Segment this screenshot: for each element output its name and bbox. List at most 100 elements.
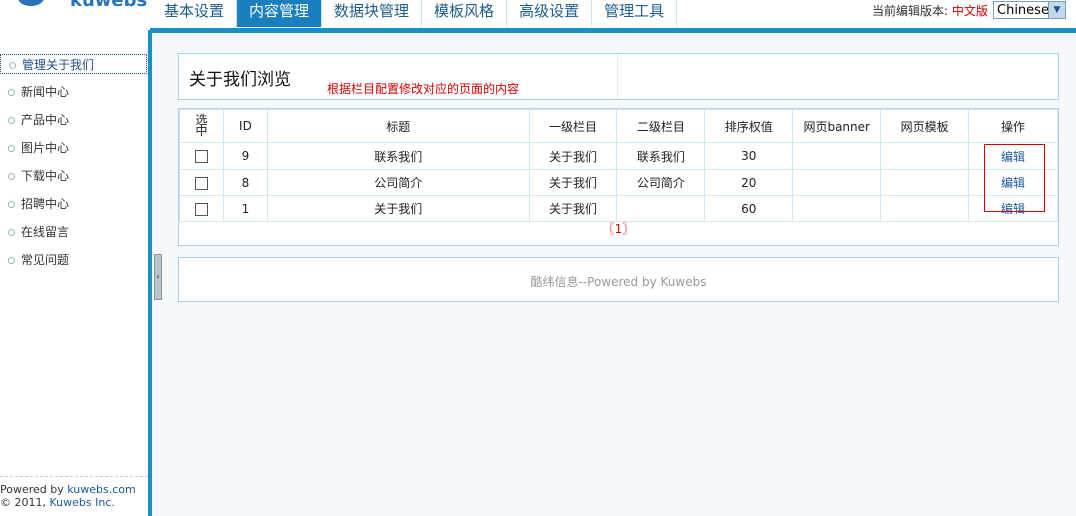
top-bar: kuwebs 基本设置 内容管理 数据块管理 模板风格 高级设置 管理工具 当前… [0,0,1076,30]
header-accent-bar [150,28,1076,33]
sidebar-item-label: 下载中心 [21,169,70,183]
cell-title: 公司简介 [266,169,530,196]
header-divider [617,54,618,99]
sidebar-accent-bar [148,30,152,516]
cell-level1: 关于我们 [528,169,618,196]
sidebar-menu: 管理关于我们 新闻中心 产品中心 图片中心 下载中心 招聘中心 在线留言 常见问… [0,54,148,278]
cell-id: 8 [222,169,268,196]
sidebar-footer: Powered by kuwebs.com © 2011, Kuwebs Inc… [0,476,148,509]
sidebar-item-label: 管理关于我们 [22,58,95,72]
sidebar-item-label: 图片中心 [21,141,70,155]
edit-link[interactable]: 编辑 [1001,150,1025,164]
main-nav: 基本设置 内容管理 数据块管理 模板风格 高级设置 管理工具 [152,0,678,27]
row-checkbox[interactable] [194,176,208,190]
sidebar-item-products[interactable]: 产品中心 [0,110,148,138]
bullet-icon [8,173,15,180]
cell-id: 1 [222,195,268,222]
sidebar-item-jobs[interactable]: 招聘中心 [0,194,148,222]
cell-order: 20 [704,169,794,196]
sidebar-item-label: 常见问题 [21,253,70,267]
table-row: 8 公司简介 关于我们 公司简介 20 编辑 [179,169,1058,196]
footer-text: 酷纬信息--Powered by Kuwebs [530,275,707,289]
cell-title: 关于我们 [266,195,530,222]
logo-text: kuwebs [70,0,148,11]
tab-data-blocks[interactable]: 数据块管理 [322,0,423,27]
col-header-action: 操作 [968,109,1058,143]
sidebar-item-manage-about[interactable]: 管理关于我们 [0,54,147,74]
cell-level2: 公司简介 [616,169,706,196]
sidebar-item-news[interactable]: 新闻中心 [0,82,148,110]
edition-current: 中文版 [951,4,988,18]
bullet-icon [8,201,15,208]
language-select[interactable]: Chinese ▼ [993,1,1066,19]
logo-swoosh-icon [18,0,44,6]
cell-banner [792,142,882,170]
col-header-level1: 一级栏目 [528,109,618,143]
content-table: 选中 ID 标题 一级栏目 二级栏目 排序权值 网页banner 网页模板 操作… [179,109,1058,222]
sidebar-item-label: 招聘中心 [21,197,70,211]
logo: kuwebs [0,0,150,30]
content-table-panel: 选中 ID 标题 一级栏目 二级栏目 排序权值 网页banner 网页模板 操作… [178,108,1059,246]
tab-content-management[interactable]: 内容管理 [237,0,323,27]
sidebar-item-downloads[interactable]: 下载中心 [0,166,148,194]
cell-order: 60 [704,195,794,222]
cell-template [880,169,970,196]
cell-banner [792,169,882,196]
sidebar-item-label: 产品中心 [21,113,70,127]
tab-templates[interactable]: 模板风格 [422,0,508,27]
table-row: 1 关于我们 关于我们 60 编辑 [179,195,1058,222]
bullet-icon [8,117,15,124]
collapse-sidebar-handle[interactable]: ‹ [154,254,162,300]
col-header-select: 选中 [179,109,224,143]
col-header-order: 排序权值 [704,109,794,143]
row-checkbox[interactable] [194,202,208,216]
col-header-id: ID [222,109,268,143]
page-link-1[interactable]: 〖1〗 [603,222,635,236]
language-select-value: Chinese [997,3,1049,18]
page-title: 关于我们浏览 [189,70,291,90]
bullet-icon [8,89,15,96]
edit-link[interactable]: 编辑 [1001,202,1025,216]
col-header-banner: 网页banner [792,109,882,143]
cell-banner [792,195,882,222]
chevron-down-icon[interactable]: ▼ [1048,2,1065,18]
sidebar-item-images[interactable]: 图片中心 [0,138,148,166]
col-header-title: 标题 [266,109,530,143]
powered-by-label: Powered by [0,483,68,496]
bullet-icon [8,257,15,264]
sidebar-item-messages[interactable]: 在线留言 [0,222,148,250]
edition-label: 当前编辑版本: [872,4,949,18]
cell-level2: 联系我们 [616,142,706,170]
bullet-icon [8,145,15,152]
row-checkbox[interactable] [194,150,208,163]
cell-level1: 关于我们 [528,195,618,222]
bullet-icon [9,62,16,69]
edition-indicator: 当前编辑版本: 中文版 [872,2,988,19]
page-hint: 根据栏目配置修改对应的页面的内容 [327,82,520,96]
table-row: 9 联系我们 关于我们 联系我们 30 编辑 [179,142,1058,170]
cell-template [880,142,970,170]
cell-template [880,195,970,222]
pagination[interactable]: 〖1〗 [179,220,1058,237]
cell-id: 9 [222,142,268,170]
cell-order: 30 [704,142,794,170]
footer-panel: 酷纬信息--Powered by Kuwebs [178,257,1059,302]
tab-admin-tools[interactable]: 管理工具 [592,0,678,27]
sidebar-item-faq[interactable]: 常见问题 [0,250,148,278]
copyright-link[interactable]: Kuwebs Inc. [49,496,114,509]
cell-level2 [616,195,706,222]
col-header-level2: 二级栏目 [616,109,706,143]
sidebar: 管理关于我们 新闻中心 产品中心 图片中心 下载中心 招聘中心 在线留言 常见问… [0,30,148,516]
copyright-label: © 2011, [0,496,50,509]
tab-advanced-settings[interactable]: 高级设置 [507,0,593,27]
tab-basic-settings[interactable]: 基本设置 [152,0,238,27]
powered-by-link[interactable]: kuwebs.com [67,483,135,496]
col-header-template: 网页模板 [880,109,970,143]
bullet-icon [8,229,15,236]
sidebar-item-label: 新闻中心 [21,85,70,99]
cell-level1: 关于我们 [528,142,618,170]
edit-link[interactable]: 编辑 [1001,176,1025,190]
cell-title: 联系我们 [266,142,530,170]
sidebar-item-label: 在线留言 [21,225,70,239]
chevron-left-icon: ‹ [156,272,160,281]
